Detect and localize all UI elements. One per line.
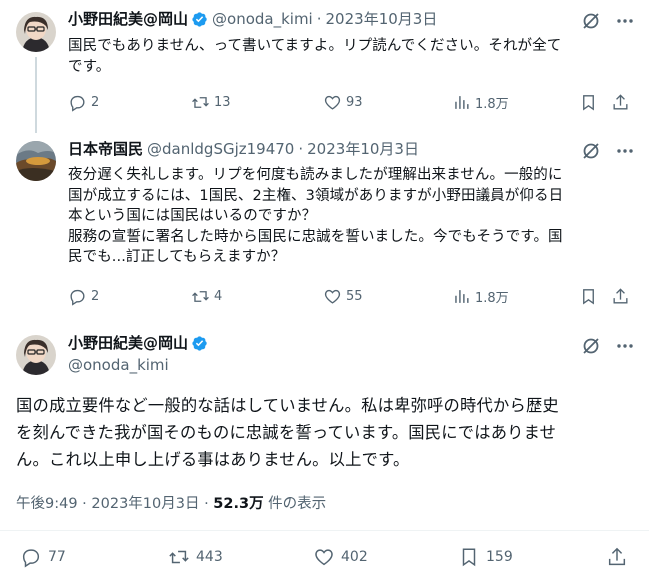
share-button[interactable] <box>611 93 630 112</box>
reply-button[interactable]: 2 <box>68 287 99 306</box>
user-handle[interactable]: @onoda_kimi <box>68 355 169 375</box>
views-button[interactable]: 1.8万 <box>452 93 509 112</box>
reply-icon <box>22 549 40 568</box>
reply-button[interactable]: 2 <box>68 93 99 112</box>
views-button[interactable]: 1.8万 <box>452 287 509 306</box>
reply-icon <box>70 95 85 112</box>
retweet-count: 13 <box>214 95 231 110</box>
text-line: を刻んできた我が国そのものに忠誠を誓っています。国民にではありませ <box>16 423 557 442</box>
reply-count: 77 <box>48 549 66 565</box>
user-handle[interactable]: @onoda_kimi <box>212 9 313 29</box>
grok-icon[interactable] <box>581 141 601 161</box>
retweet-count: 443 <box>196 549 223 565</box>
tweet-header: 日本帝国民 @danldgSGjz19470 · 2023年10月3日 <box>68 139 419 159</box>
like-button[interactable]: 402 <box>313 546 368 568</box>
tweet-text: 国民でもありません、って書いてますよ。リプ読んでください。それが全て です。 <box>68 36 561 77</box>
share-button[interactable] <box>611 287 630 306</box>
user-handle[interactable]: @danldgSGjz19470 <box>147 139 294 159</box>
more-options-icon[interactable] <box>615 336 635 356</box>
heart-icon <box>324 289 341 304</box>
text-line: です。 <box>68 58 111 75</box>
tweet-text: 夜分遅く失礼します。リプを何度も読みましたが理解出来ません。一般的に 国が成立す… <box>68 165 563 268</box>
text-line: 国民でもありません、って書いてますよ。リプ読んでください。それが全て <box>68 38 562 54</box>
text-line: ん。これ以上申し上げる事はありません。以上です。 <box>16 450 410 469</box>
bookmark-icon <box>583 95 594 111</box>
post-meta: 午後9:49 · 2023年10月3日 · 52.3万 件の表示 <box>16 492 326 513</box>
display-name[interactable]: 日本帝国民 <box>68 139 143 159</box>
views-chart-icon <box>455 96 469 109</box>
more-options-icon[interactable] <box>615 141 635 161</box>
more-options-icon[interactable] <box>615 11 635 31</box>
text-line: 本という国には国民はいるのですか？ <box>68 208 317 224</box>
post-date[interactable]: 2023年10月3日 <box>307 139 419 159</box>
verified-badge-icon <box>192 11 207 27</box>
separator: · <box>298 140 304 158</box>
retweet-button[interactable]: 13 <box>191 93 231 112</box>
grok-icon[interactable] <box>581 11 601 31</box>
bookmark-icon <box>462 548 476 567</box>
divider <box>0 530 649 531</box>
post-date[interactable]: 2023年10月3日 <box>326 9 438 29</box>
views-count: 1.8万 <box>475 291 509 306</box>
verified-badge-icon <box>192 335 207 351</box>
retweet-button[interactable]: 443 <box>168 546 223 568</box>
bookmark-button[interactable] <box>579 287 598 306</box>
heart-icon <box>315 549 333 566</box>
avatar[interactable] <box>16 141 56 181</box>
bookmark-icon <box>583 289 594 305</box>
share-button[interactable] <box>606 546 628 568</box>
reply-count: 2 <box>91 95 100 110</box>
views-label: 件の表示 <box>263 496 327 512</box>
reply-icon <box>70 289 85 306</box>
retweet-count: 4 <box>214 289 223 304</box>
avatar[interactable] <box>16 335 56 375</box>
tweet-header: 小野田紀美@岡山 @onoda_kimi · 2023年10月3日 <box>68 9 437 29</box>
share-icon <box>613 94 628 110</box>
retweet-icon <box>192 291 209 302</box>
reply-count: 2 <box>91 289 100 304</box>
like-count: 93 <box>346 95 363 110</box>
avatar[interactable] <box>16 12 56 52</box>
grok-icon[interactable] <box>581 336 601 356</box>
display-name[interactable]: 小野田紀美@岡山 <box>68 9 188 29</box>
heart-icon <box>324 95 341 110</box>
text-line: 国の成立要件など一般的な話はしていません。私は卑弥呼の時代から歴史 <box>16 396 559 415</box>
thread-line <box>35 57 37 133</box>
main-author-name-row: 小野田紀美@岡山 <box>68 333 208 353</box>
view-count: 52.3万 <box>213 496 264 512</box>
like-button[interactable]: 55 <box>323 287 363 306</box>
retweet-button[interactable]: 4 <box>191 287 222 306</box>
retweet-icon <box>169 550 189 564</box>
retweet-icon <box>192 97 209 108</box>
main-handle-row: @onoda_kimi <box>68 355 169 375</box>
share-icon <box>608 547 626 566</box>
like-button[interactable]: 93 <box>323 93 363 112</box>
separator: · <box>316 10 322 28</box>
thread-line-top <box>35 133 37 141</box>
views-count: 1.8万 <box>475 97 509 112</box>
bookmark-button[interactable] <box>579 93 598 112</box>
display-name[interactable]: 小野田紀美@岡山 <box>68 333 188 353</box>
share-icon <box>613 288 628 304</box>
views-chart-icon <box>455 290 469 303</box>
reply-button[interactable]: 77 <box>20 546 66 568</box>
like-count: 402 <box>341 549 368 565</box>
bookmark-count: 159 <box>486 549 513 565</box>
like-count: 55 <box>346 289 363 304</box>
bookmark-button[interactable]: 159 <box>458 546 513 568</box>
text-line: 民でも...訂正してもらえますか？ <box>68 249 286 265</box>
main-tweet-text: 国の成立要件など一般的な話はしていません。私は卑弥呼の時代から歴史 を刻んできた… <box>16 392 559 473</box>
text-line: 国が成立するには、1国民、2主権、3領域がありますが小野田議員が仰る日 <box>68 187 564 204</box>
text-line: 夜分遅く失礼します。リプを何度も読みましたが理解出来ません。一般的に <box>68 167 563 183</box>
post-timestamp[interactable]: 午後9:49 · 2023年10月3日 · <box>16 496 213 512</box>
text-line: 服務の宣誓に署名した時から国民に忠誠を誓いました。今でもそうです。国 <box>68 228 563 245</box>
